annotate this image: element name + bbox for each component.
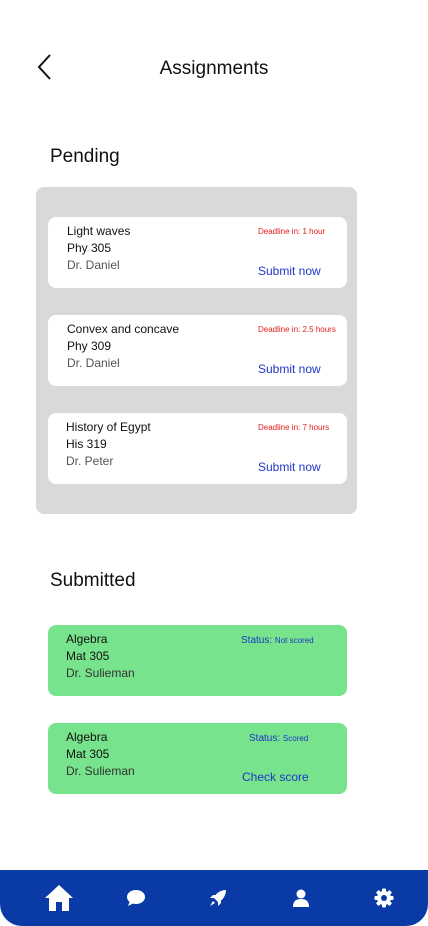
pending-section-title: Pending [50, 146, 120, 167]
profile-icon [293, 889, 309, 907]
status-value: Not scored [274, 636, 314, 645]
instructor-name: Dr. Daniel [67, 258, 120, 272]
instructor-name: Dr. Sulieman [66, 764, 135, 778]
deadline-text: Deadline in: 2.5 hours [258, 325, 336, 334]
instructor-name: Dr. Peter [66, 454, 114, 468]
status-badge: Status: Scored [249, 733, 308, 744]
nav-chat[interactable] [116, 870, 156, 926]
chat-icon [127, 890, 145, 906]
status-label: Status: [241, 635, 273, 646]
status-badge: Status: Not scored [241, 635, 314, 646]
assignment-title: Light waves [67, 224, 131, 238]
settings-icon [374, 888, 394, 908]
deadline-text: Deadline in: 7 hours [258, 423, 330, 432]
submitted-section-title: Submitted [50, 570, 136, 591]
instructor-name: Dr. Sulieman [66, 666, 135, 680]
submit-now-button[interactable]: Submit now [258, 362, 321, 376]
status-label: Status: [249, 733, 281, 744]
instructor-name: Dr. Daniel [67, 356, 120, 370]
nav-profile[interactable] [281, 870, 321, 926]
submit-now-button[interactable]: Submit now [258, 264, 321, 278]
assignment-title: Algebra [66, 632, 108, 646]
submitted-assignment-card[interactable]: Algebra Mat 305 Dr. Sulieman Status: Sco… [48, 723, 347, 794]
nav-settings[interactable] [364, 870, 404, 926]
assignment-title: Algebra [66, 730, 108, 744]
pending-assignment-card[interactable]: Light waves Phy 305 Dr. Daniel Deadline … [48, 217, 347, 288]
pending-assignment-card[interactable]: History of Egypt His 319 Dr. Peter Deadl… [48, 413, 347, 484]
home-icon [45, 885, 73, 911]
course-code: Mat 305 [66, 747, 110, 761]
submit-now-button[interactable]: Submit now [258, 460, 321, 474]
rocket-icon [210, 890, 226, 906]
pending-assignment-card[interactable]: Convex and concave Phy 309 Dr. Daniel De… [48, 315, 347, 386]
nav-launch[interactable] [198, 870, 238, 926]
status-value: Scored [282, 734, 309, 743]
deadline-text: Deadline in: 1 hour [258, 227, 326, 236]
bottom-nav [0, 870, 428, 926]
page-title: Assignments [159, 58, 269, 79]
course-code: Phy 305 [67, 241, 112, 255]
check-score-button[interactable]: Check score [242, 770, 309, 784]
course-code: Phy 309 [67, 339, 112, 353]
course-code: His 319 [66, 437, 107, 451]
assignment-title: Convex and concave [67, 322, 180, 336]
assignment-title: History of Egypt [66, 420, 151, 434]
submitted-assignment-card[interactable]: Algebra Mat 305 Dr. Sulieman Status: Not… [48, 625, 347, 696]
nav-home[interactable] [39, 870, 79, 926]
course-code: Mat 305 [66, 649, 110, 663]
